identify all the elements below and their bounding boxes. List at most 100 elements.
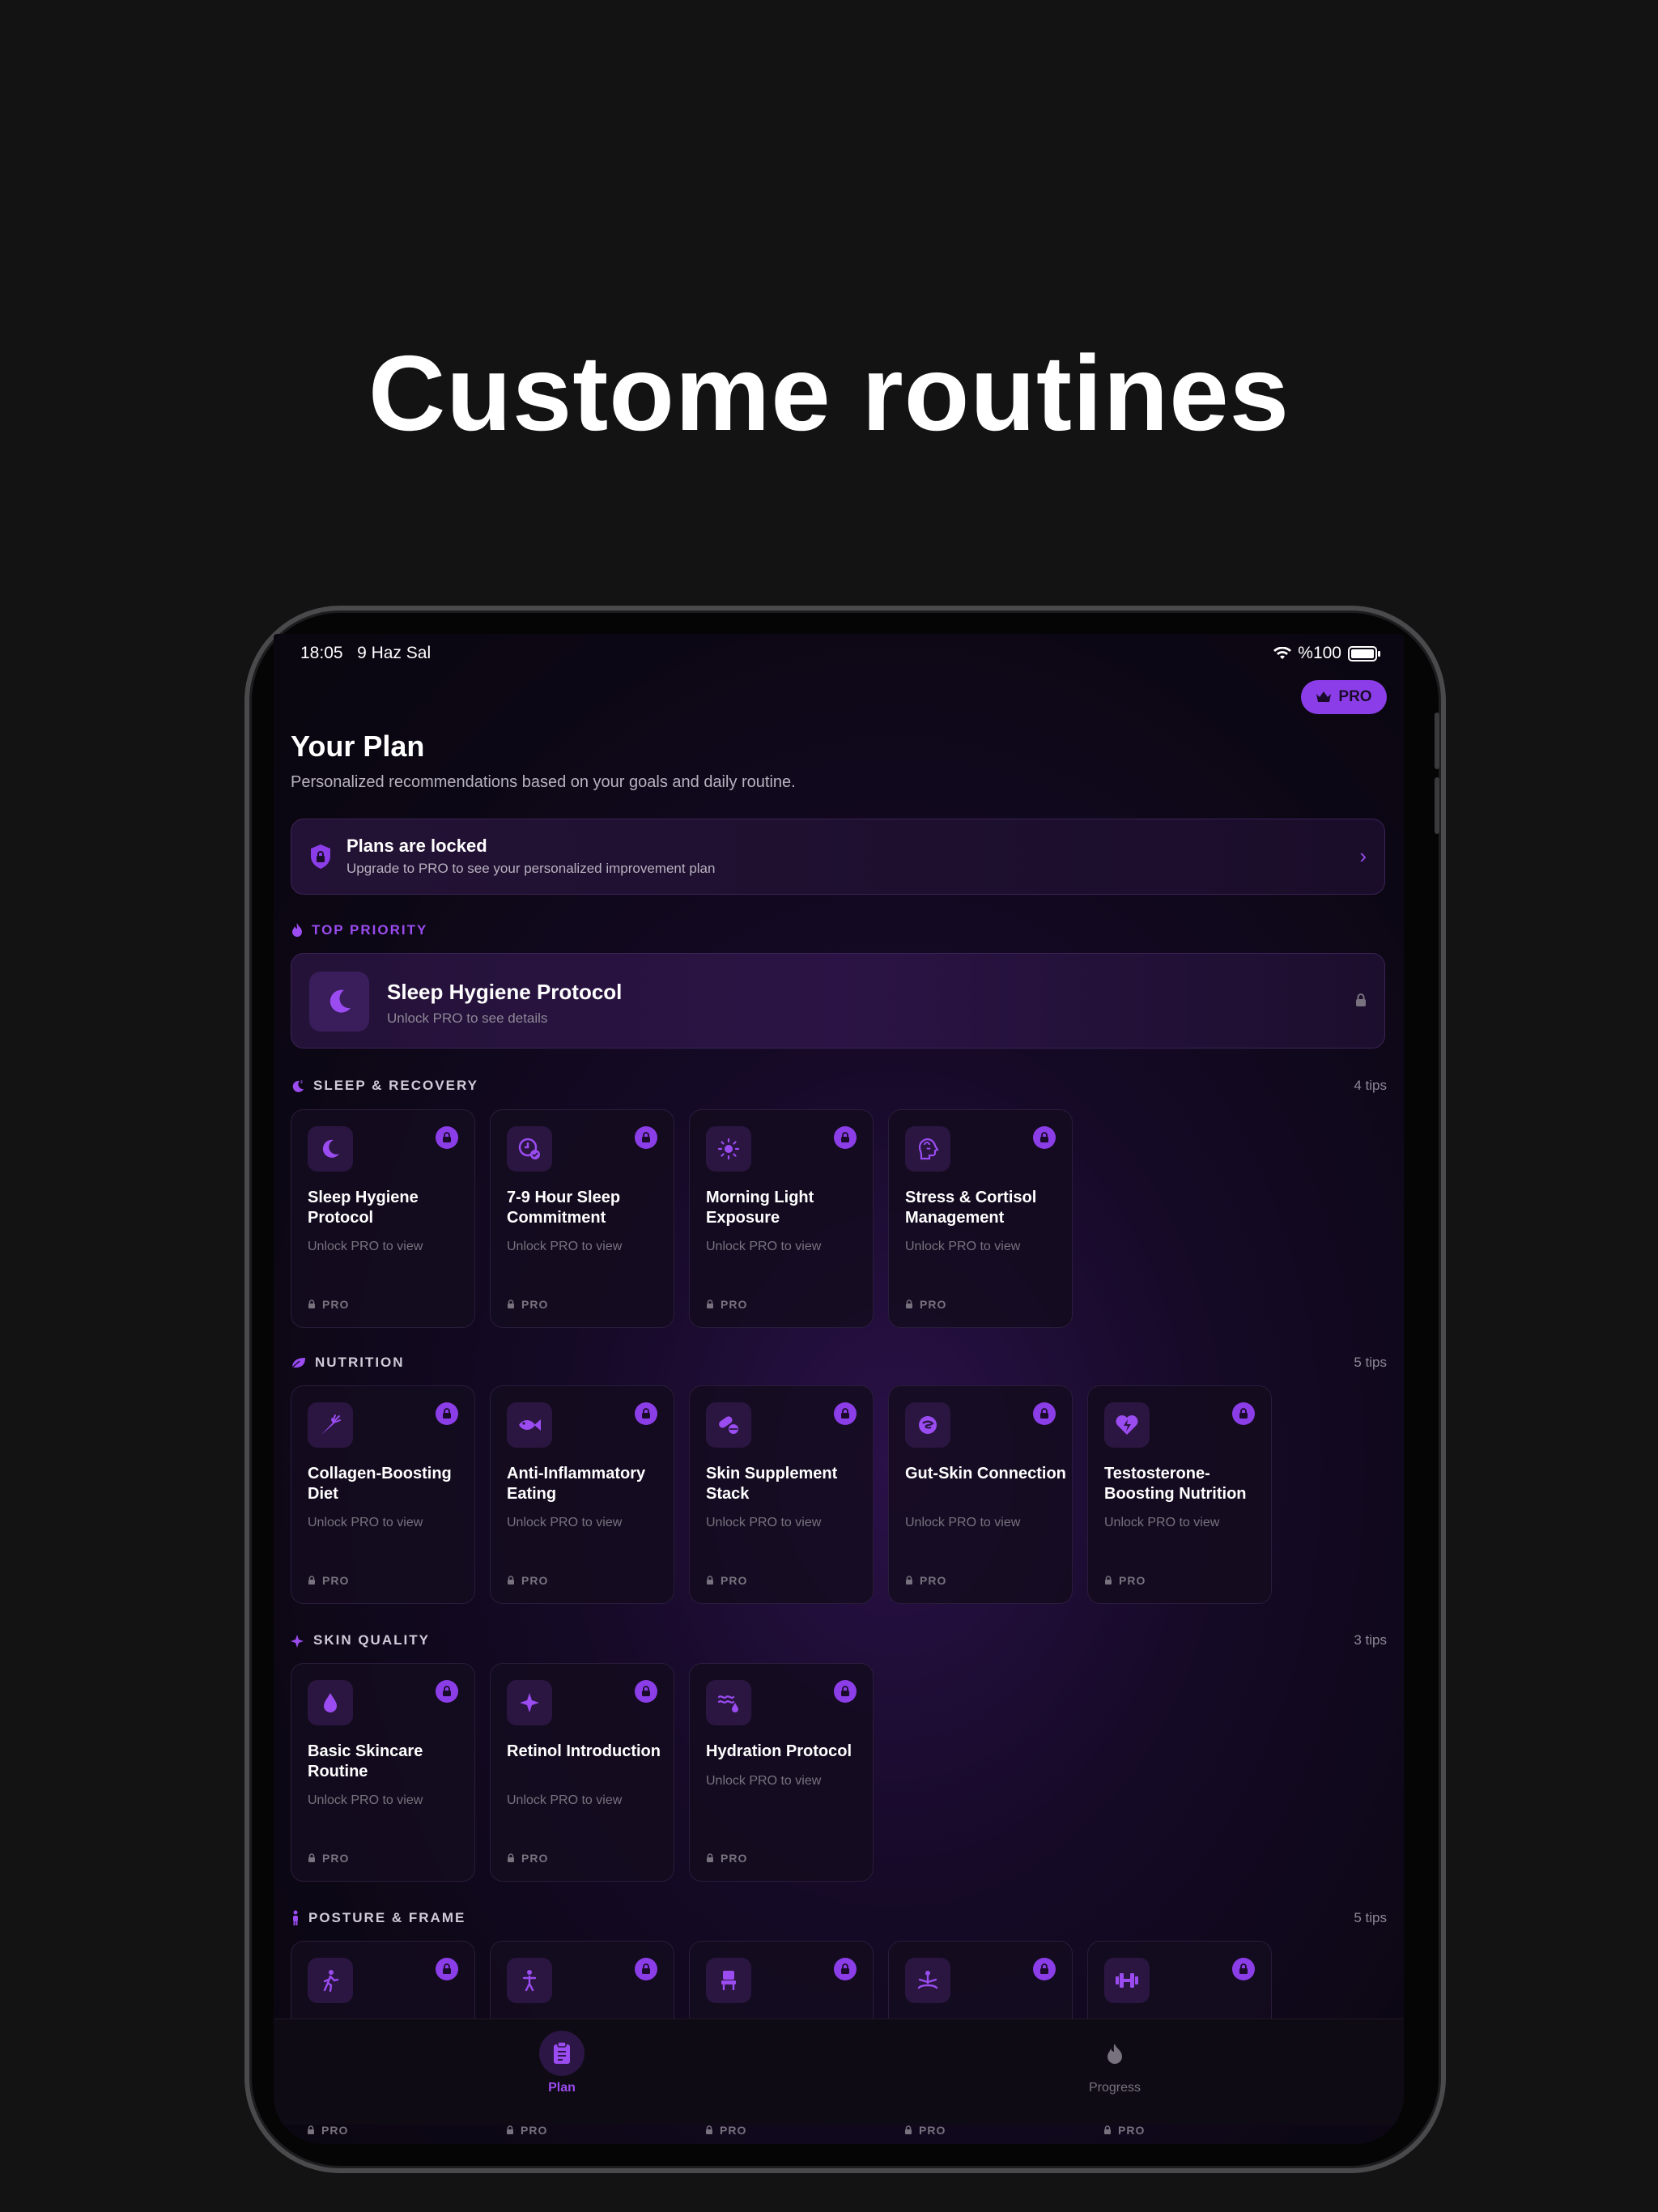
tip-pro-tag: PRO [507,1298,548,1311]
tip-card[interactable]: Stress & Cortisol Management Unlock PRO … [888,1109,1073,1328]
lock-badge-icon [1033,1402,1056,1425]
tip-card[interactable]: Hydration Protocol Unlock PRO to view PR… [689,1663,874,1882]
moon-sleep-icon: z [292,1080,304,1092]
tip-pro-tag: PRO [1104,1574,1146,1587]
tip-card[interactable]: 7-9 Hour Sleep Commitment Unlock PRO to … [490,1109,674,1328]
water-waves-icon [706,1680,751,1725]
lock-badge-icon [1033,1958,1056,1980]
section-sleep-recovery-label: z SLEEP & RECOVERY [291,1078,478,1094]
lock-badge-icon [834,1402,857,1425]
dumbbell-icon [1104,1958,1150,2003]
carrot-icon [308,1402,353,1448]
priority-subtitle: Unlock PRO to see details [387,1010,548,1026]
tip-card[interactable]: Anti-Inflammatory Eating Unlock PRO to v… [490,1385,674,1604]
tip-card[interactable]: Gut-Skin Connection Unlock PRO to view P… [888,1385,1073,1604]
tip-unlock-text: Unlock PRO to view [308,1516,423,1529]
flame-icon [1092,2031,1137,2076]
tip-card[interactable]: Testosterone-Boosting Nutrition Unlock P… [1087,1385,1272,1604]
tip-title: Gut-Skin Connection [905,1465,1066,1482]
lock-badge-icon [635,1126,657,1149]
section-skin-count: 3 tips [1354,1632,1387,1648]
tab-plan[interactable]: Plan [513,2031,610,2095]
lock-badge-icon [436,1402,458,1425]
tip-pro-tag: PRO [905,1298,946,1311]
tip-title: Basic Skincare Routine [308,1742,423,1780]
tip-unlock-text: Unlock PRO to view [507,1793,623,1807]
tip-pro-tag: PRO [507,1852,548,1865]
tip-card[interactable]: Sleep Hygiene Protocol Unlock PRO to vie… [291,1109,475,1328]
lock-badge-icon [834,1680,857,1703]
tip-title: Testosterone-Boosting Nutrition [1104,1465,1247,1503]
section-nutrition-label: NUTRITION [291,1355,405,1371]
section-sleep-count: 4 tips [1354,1078,1387,1093]
section-nutrition-count: 5 tips [1354,1355,1387,1370]
tip-card[interactable]: Skin Supplement Stack Unlock PRO to view… [689,1385,874,1604]
lock-badge-icon [834,1958,857,1980]
lock-badge-icon [436,1126,458,1149]
tab-progress[interactable]: Progress [1066,2031,1163,2095]
lock-badge-icon [635,1402,657,1425]
tab-progress-label: Progress [1088,2081,1141,2095]
tip-pro-tag: PRO [1103,2124,1145,2137]
status-bar: 18:05 9 Haz Sal %100 [300,644,1380,671]
tip-card[interactable]: Basic Skincare Routine Unlock PRO to vie… [291,1663,475,1882]
priority-title: Sleep Hygiene Protocol [387,980,623,1004]
tip-card[interactable]: Morning Light Exposure Unlock PRO to vie… [689,1109,874,1328]
flame-icon [292,923,302,937]
tip-unlock-text: Unlock PRO to view [706,1774,822,1788]
crown-icon [1316,691,1332,702]
pro-upgrade-button[interactable]: PRO [1301,680,1387,714]
tip-unlock-text: Unlock PRO to view [706,1516,822,1529]
tip-pro-tag: PRO [706,1298,747,1311]
clipboard-icon [539,2031,585,2076]
moon-icon [309,972,369,1032]
plans-locked-banner[interactable]: Plans are locked Upgrade to PRO to see y… [291,819,1385,895]
pro-label: PRO [1338,688,1372,705]
lock-badge-icon [436,1680,458,1703]
tip-pro-tag: PRO [308,1852,349,1865]
top-priority-label: TOP PRIORITY [291,922,427,938]
clock-check-icon [507,1126,552,1172]
chair-icon [706,1958,751,2003]
tip-card[interactable]: Collagen-Boosting Diet Unlock PRO to vie… [291,1385,475,1604]
lock-badge-icon [834,1126,857,1149]
droplet-icon [308,1680,353,1725]
tip-pro-tag: PRO [706,1574,747,1587]
tab-bar: Plan Progress [274,2018,1404,2125]
tip-pro-tag: PRO [507,1574,548,1587]
tip-title: Stress & Cortisol Management [905,1189,1037,1227]
lock-badge-icon [1232,1402,1255,1425]
headline: Custome routines [368,334,1290,453]
tip-title: Sleep Hygiene Protocol [308,1189,419,1227]
lock-badge-icon [635,1680,657,1703]
tip-title: Anti-Inflammatory Eating [507,1465,646,1503]
locked-text: Upgrade to PRO to see your personalized … [346,861,716,876]
brain-head-icon [905,1126,950,1172]
leaf-icon [291,1358,305,1368]
person-icon [293,1910,298,1925]
tip-pro-tag: PRO [904,2124,946,2137]
tip-title: Retinol Introduction [507,1742,661,1760]
tip-title: Hydration Protocol [706,1742,852,1760]
lock-icon [1356,993,1366,1006]
tip-unlock-text: Unlock PRO to view [905,1516,1021,1529]
top-priority-card[interactable]: Sleep Hygiene Protocol Unlock PRO to see… [291,953,1385,1049]
svg-text:z: z [300,1080,304,1085]
battery-icon [1348,645,1380,661]
shield-lock-icon [311,844,330,869]
chevron-right-icon: › [1359,844,1367,868]
walking-icon [308,1958,353,2003]
tip-unlock-text: Unlock PRO to view [507,1240,623,1253]
sparkle-icon [291,1635,304,1648]
tip-title: Collagen-Boosting Diet [308,1465,452,1503]
lock-badge-icon [635,1958,657,1980]
tip-card[interactable]: Retinol Introduction Unlock PRO to view … [490,1663,674,1882]
locked-title: Plans are locked [346,836,487,856]
pills-icon [706,1402,751,1448]
tip-pro-tag: PRO [905,1574,946,1587]
tip-unlock-text: Unlock PRO to view [1104,1516,1220,1529]
section-posture-count: 5 tips [1354,1910,1387,1925]
section-posture-frame-label: POSTURE & FRAME [291,1910,466,1926]
tip-unlock-text: Unlock PRO to view [308,1793,423,1807]
tip-unlock-text: Unlock PRO to view [905,1240,1021,1253]
